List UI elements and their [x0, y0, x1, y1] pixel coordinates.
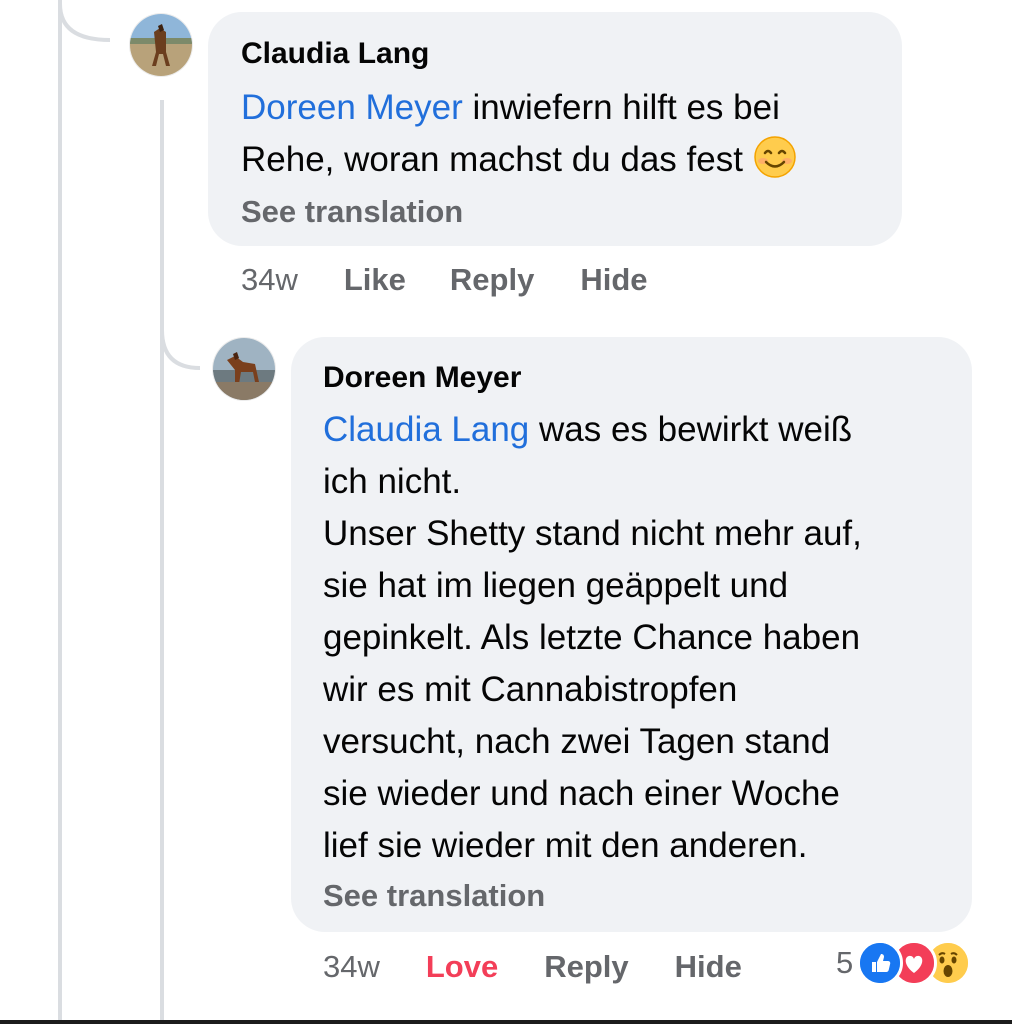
horse-photo-icon — [213, 338, 275, 400]
mention-link[interactable]: Doreen Meyer — [241, 88, 463, 127]
comment-text-line: wir es mit Cannabistropfen — [323, 670, 738, 709]
reply-button[interactable]: Reply — [544, 949, 628, 985]
divider — [0, 1020, 1012, 1024]
comment-actions: 34w Love Reply Hide — [323, 945, 742, 989]
comment-text-line: Rehe, woran machst du das fest — [241, 140, 743, 179]
like-button[interactable]: Like — [344, 262, 406, 298]
comment-bubble: Doreen Meyer Claudia Lang was es bewirkt… — [291, 337, 972, 932]
avatar[interactable] — [130, 14, 192, 76]
timestamp[interactable]: 34w — [241, 262, 298, 298]
smiling-face-emoji — [753, 136, 796, 178]
comment-text: Doreen Meyer inwiefern hilft es bei Rehe… — [241, 82, 868, 186]
comment-text-line: versucht, nach zwei Tagen stand — [323, 722, 831, 761]
comment-text-line: lief sie wieder mit den anderen. — [323, 826, 808, 865]
horse-photo-icon — [130, 14, 192, 76]
comment-actions: 34w Like Reply Hide — [241, 258, 648, 302]
comment-bubble: Claudia Lang Doreen Meyer inwiefern hilf… — [208, 12, 902, 246]
hide-button[interactable]: Hide — [675, 949, 742, 985]
comment-text-line: sie hat im liegen geäppelt und — [323, 566, 789, 605]
comment-author[interactable]: Doreen Meyer — [323, 360, 942, 396]
love-button[interactable]: Love — [426, 949, 498, 985]
see-translation-link[interactable]: See translation — [323, 878, 942, 914]
comment-author[interactable]: Claudia Lang — [241, 36, 868, 72]
comment-text-line: inwiefern hilft es bei — [462, 88, 780, 127]
avatar[interactable] — [213, 338, 275, 400]
timestamp[interactable]: 34w — [323, 949, 380, 985]
comment-text-line: sie wieder und nach einer Woche — [323, 774, 840, 813]
comment-text-line: gepinkelt. Als letzte Chance haben — [323, 618, 861, 657]
mention-link[interactable]: Claudia Lang — [323, 410, 529, 449]
like-reaction-icon — [857, 940, 904, 986]
comment-text-line: ich nicht. — [323, 462, 462, 501]
reaction-summary[interactable]: 5 — [836, 940, 972, 986]
see-translation-link[interactable]: See translation — [241, 194, 868, 230]
comment-text-line: Unser Shetty stand nicht mehr auf, — [323, 514, 862, 553]
reaction-count: 5 — [836, 945, 854, 980]
comment-text: Claudia Lang was es bewirkt weiß ich nic… — [323, 404, 942, 872]
hide-button[interactable]: Hide — [580, 262, 647, 298]
reply-button[interactable]: Reply — [450, 262, 534, 298]
comment-text-line: was es bewirkt weiß — [529, 410, 853, 449]
